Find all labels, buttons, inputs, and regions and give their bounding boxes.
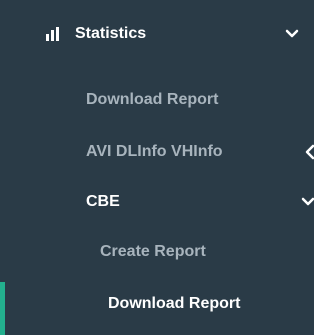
- sidebar-item-statistics[interactable]: Statistics: [0, 8, 314, 60]
- chevron-down-icon: [285, 29, 299, 38]
- sidebar-item-avi-dlinfo-vhinfo[interactable]: AVI DLInfo VHInfo: [0, 126, 315, 178]
- chevron-left-icon: [305, 144, 315, 160]
- bar-chart-icon: [46, 27, 59, 41]
- sidebar-item-download-report-label: Download Report: [86, 91, 219, 108]
- sidebar-item-avi-dlinfo-vhinfo-label: AVI DLInfo VHInfo: [86, 143, 223, 160]
- sidebar-item-statistics-label: Statistics: [75, 25, 147, 42]
- sidebar-item-cbe-label: CBE: [86, 193, 120, 210]
- chevron-down-icon: [301, 197, 315, 206]
- sidebar-item-cbe[interactable]: CBE: [0, 176, 315, 228]
- sidebar-subitem-create-report[interactable]: Create Report: [0, 226, 314, 278]
- sidebar-subitem-download-report-label: Download Report: [108, 295, 241, 312]
- sidebar-nav: Statistics Download Report AVI DLInfo VH…: [0, 0, 315, 335]
- sidebar-subitem-create-report-label: Create Report: [100, 243, 206, 260]
- sidebar-item-download-report[interactable]: Download Report: [0, 74, 314, 126]
- sidebar-subitem-download-report[interactable]: Download Report: [0, 278, 314, 330]
